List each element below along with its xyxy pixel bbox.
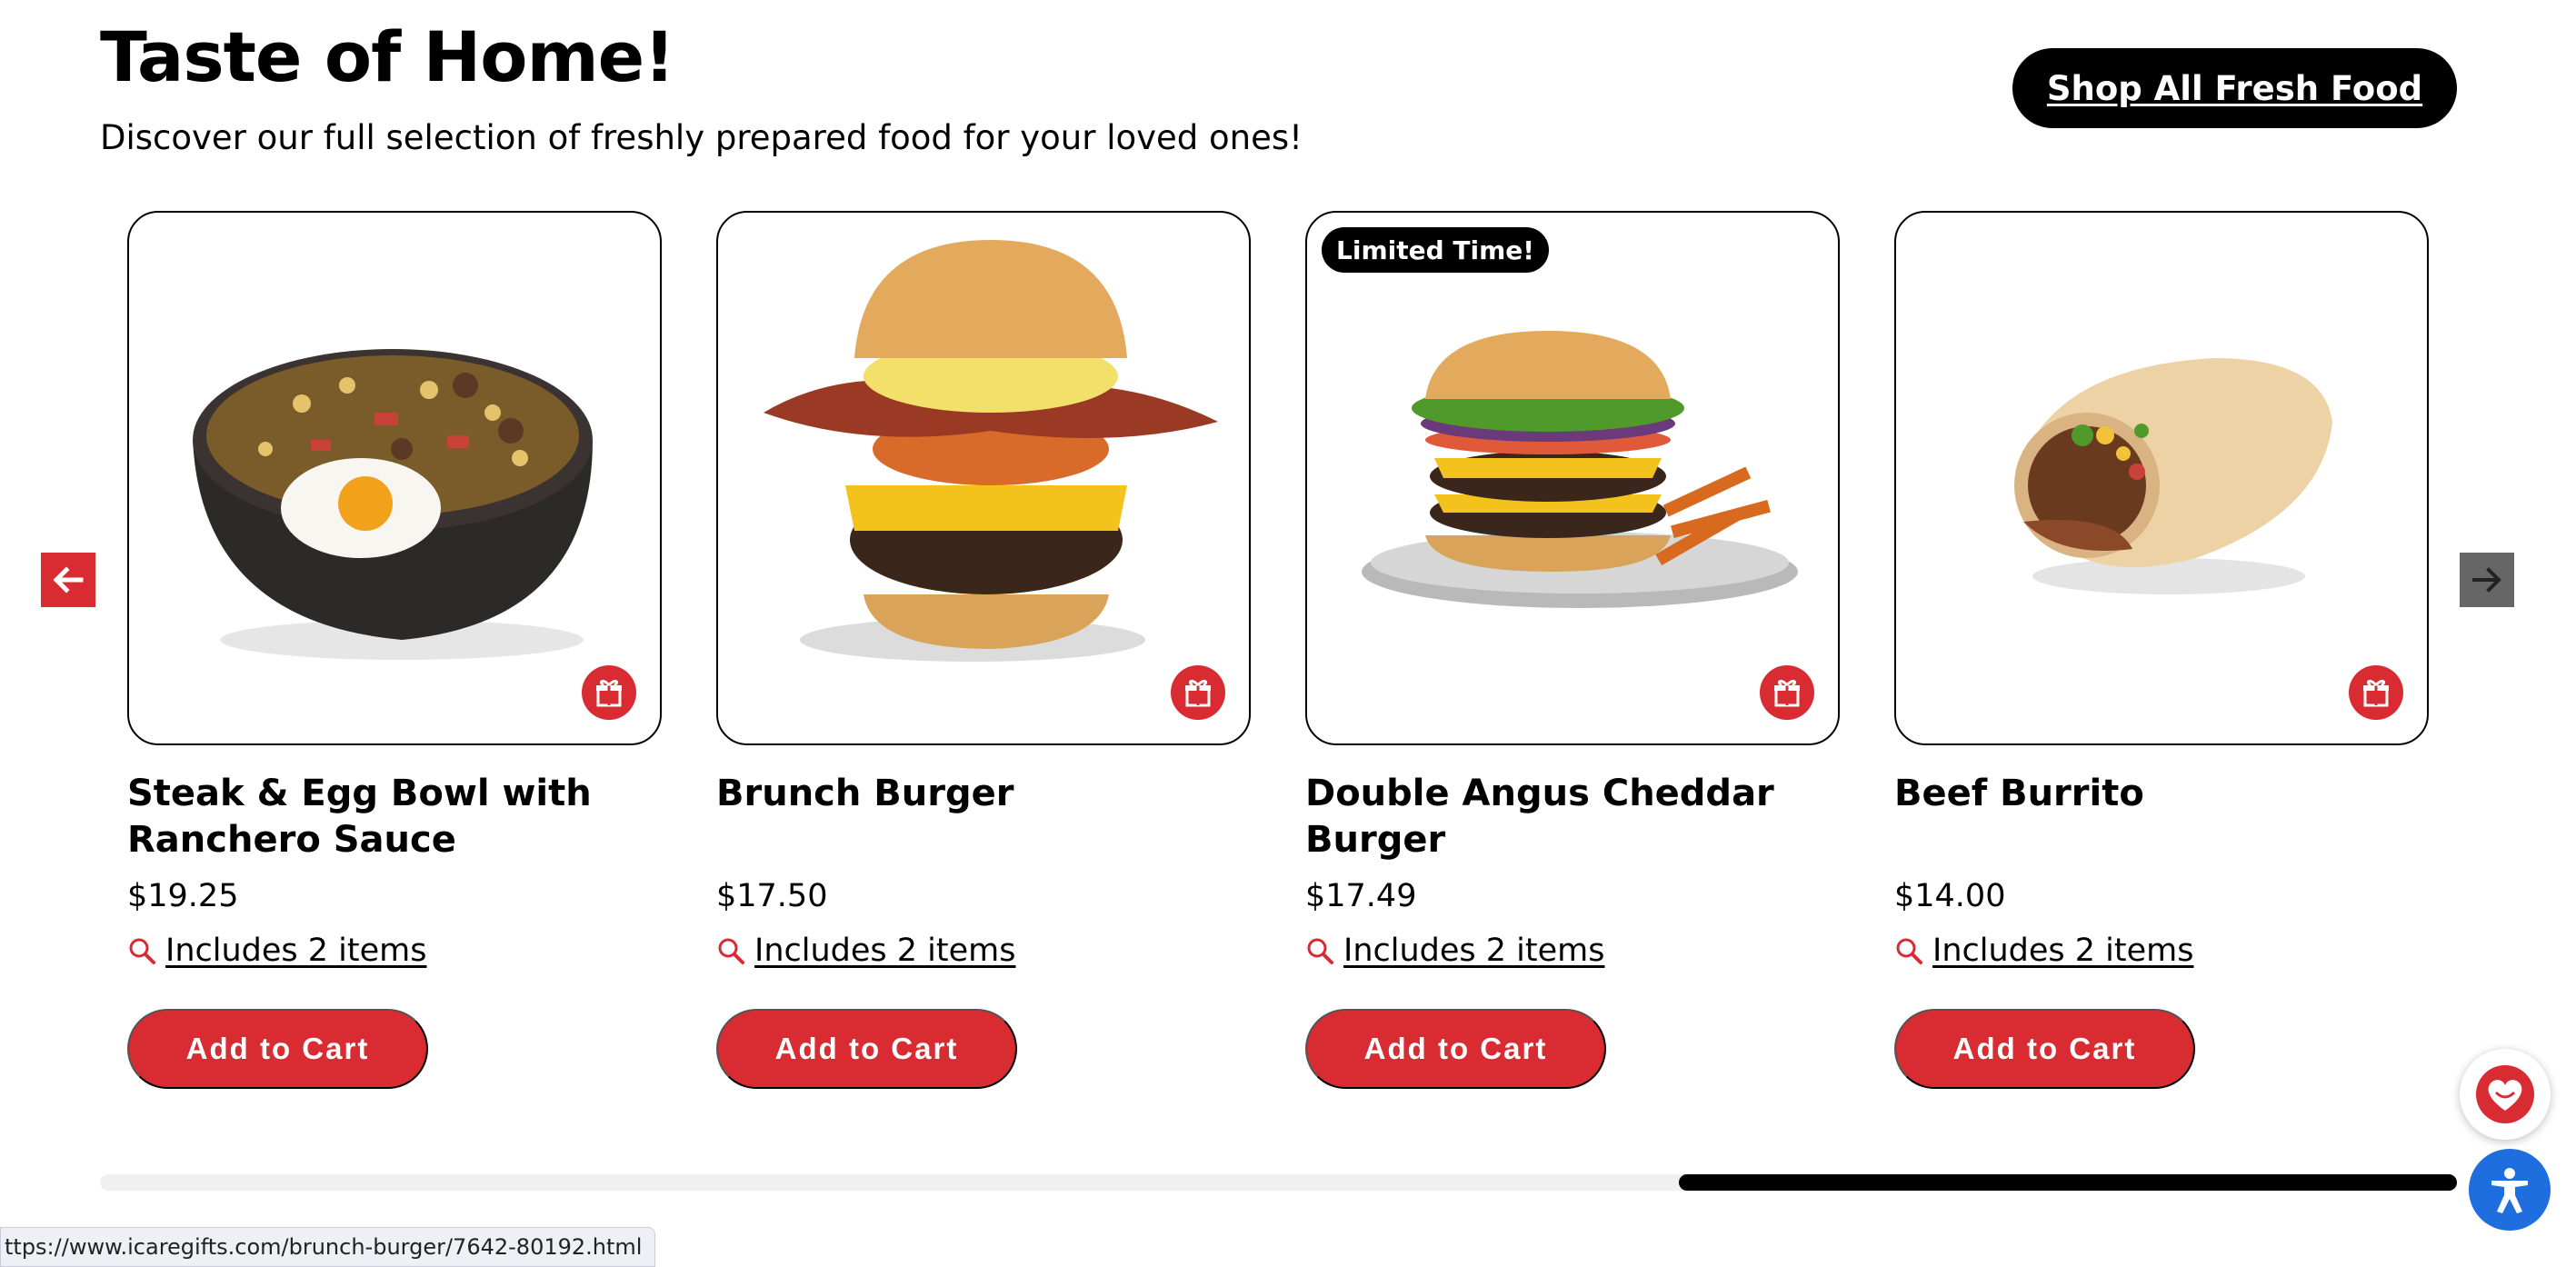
includes-items-label: Includes 2 items bbox=[1932, 933, 2194, 969]
includes-items-label: Includes 2 items bbox=[754, 933, 1016, 969]
product-image bbox=[764, 240, 1218, 662]
gift-button[interactable] bbox=[582, 665, 636, 720]
product-image-link[interactable]: Limited Time! bbox=[1305, 211, 1840, 745]
gift-button[interactable] bbox=[2349, 665, 2403, 720]
limited-time-badge: Limited Time! bbox=[1322, 227, 1550, 273]
product-title[interactable]: Double Angus Cheddar Burger bbox=[1305, 771, 1840, 863]
product-title[interactable]: Beef Burrito bbox=[1894, 771, 2429, 817]
gift-button[interactable] bbox=[1760, 665, 1814, 720]
product-image-link[interactable] bbox=[1894, 211, 2429, 745]
product-price: $14.00 bbox=[1894, 878, 2006, 914]
includes-items-link[interactable]: Includes 2 items bbox=[127, 933, 426, 969]
gift-icon bbox=[1185, 679, 1211, 707]
accessibility-icon bbox=[2491, 1168, 2528, 1213]
add-to-cart-button[interactable]: Add to Cart bbox=[1894, 1009, 2195, 1089]
heart-icon bbox=[2476, 1065, 2534, 1123]
section-subtitle: Discover our full selection of freshly p… bbox=[100, 118, 1303, 157]
favorites-button[interactable] bbox=[2460, 1049, 2551, 1140]
product-title[interactable]: Steak & Egg Bowl with Ranchero Sauce bbox=[127, 771, 662, 863]
gift-icon bbox=[2363, 679, 2389, 707]
product-image bbox=[1362, 331, 1798, 608]
add-to-cart-button[interactable]: Add to Cart bbox=[127, 1009, 428, 1089]
product-image bbox=[193, 349, 593, 660]
product-image-link[interactable] bbox=[716, 211, 1251, 745]
product-price: $19.25 bbox=[127, 878, 239, 914]
status-bar-url: ttps://www.icaregifts.com/brunch-burger/… bbox=[0, 1227, 656, 1267]
gift-button[interactable] bbox=[1171, 665, 1225, 720]
product-price: $17.49 bbox=[1305, 878, 1417, 914]
add-to-cart-button[interactable]: Add to Cart bbox=[1305, 1009, 1606, 1089]
shop-all-fresh-food-button[interactable]: Shop All Fresh Food bbox=[2012, 48, 2457, 128]
section-title: Taste of Home! bbox=[100, 16, 675, 97]
includes-items-link[interactable]: Includes 2 items bbox=[716, 933, 1015, 969]
includes-items-label: Includes 2 items bbox=[165, 933, 427, 969]
product-image-link[interactable] bbox=[127, 211, 662, 745]
includes-items-label: Includes 2 items bbox=[1343, 933, 1605, 969]
product-title[interactable]: Brunch Burger bbox=[716, 771, 1251, 817]
carousel-scrollbar[interactable] bbox=[100, 1174, 2457, 1191]
search-icon bbox=[1307, 938, 1333, 964]
arrow-left-icon bbox=[53, 566, 84, 594]
product-card: Steak & Egg Bowl with Ranchero Sauce $19… bbox=[127, 211, 662, 1089]
gift-icon bbox=[596, 679, 622, 707]
product-image bbox=[2014, 358, 2332, 594]
add-to-cart-button[interactable]: Add to Cart bbox=[716, 1009, 1017, 1089]
product-card: Limited Time! Double Angus Cheddar Burge… bbox=[1305, 211, 1840, 1089]
search-icon bbox=[1896, 938, 1922, 964]
search-icon bbox=[718, 938, 744, 964]
search-icon bbox=[129, 938, 155, 964]
arrow-right-icon bbox=[2472, 567, 2501, 593]
includes-items-link[interactable]: Includes 2 items bbox=[1894, 933, 2193, 969]
gift-icon bbox=[1774, 679, 1800, 707]
carousel-scrollbar-thumb[interactable] bbox=[1679, 1174, 2457, 1191]
includes-items-link[interactable]: Includes 2 items bbox=[1305, 933, 1604, 969]
product-card: Brunch Burger $17.50 Includes 2 items Ad… bbox=[716, 211, 1251, 1089]
product-card: Beef Burrito $14.00 Includes 2 items Add… bbox=[1894, 211, 2429, 1089]
accessibility-button[interactable] bbox=[2469, 1149, 2551, 1231]
carousel-prev-button[interactable] bbox=[41, 553, 95, 607]
carousel-next-button[interactable] bbox=[2460, 553, 2514, 607]
product-price: $17.50 bbox=[716, 878, 828, 914]
